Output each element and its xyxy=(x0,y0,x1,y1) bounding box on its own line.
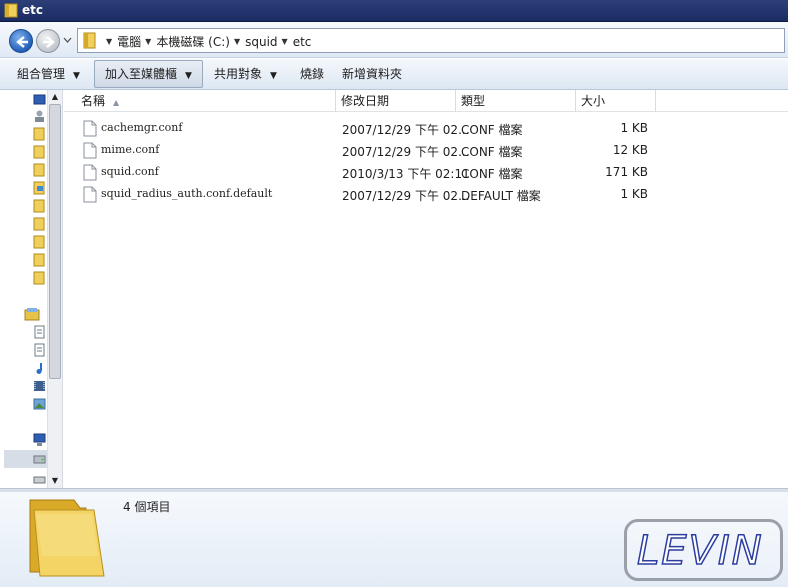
user-icon[interactable] xyxy=(33,109,46,123)
file-date: 2010/3/13 下午 02:11 xyxy=(342,167,470,181)
music-icon[interactable] xyxy=(33,361,46,375)
add-to-library-label: 加入至媒體櫃 xyxy=(105,67,178,81)
levin-watermark: LEVIN xyxy=(624,519,783,581)
computer-icon[interactable] xyxy=(33,433,46,447)
address-row: ▼ 電腦 ▼ 本機磁碟 (C:) ▼ squid ▼ etc xyxy=(0,22,788,58)
breadcrumb-squid[interactable]: squid xyxy=(245,35,277,49)
file-type: CONF 檔案 xyxy=(461,145,523,159)
file-icon xyxy=(83,120,97,137)
file-date: 2007/12/29 下午 02... xyxy=(342,123,470,137)
new-folder-button[interactable]: 新增資料夾 xyxy=(342,60,402,88)
file-row[interactable]: mime.conf 2007/12/29 下午 02... CONF 檔案 12… xyxy=(64,139,788,161)
videos-icon[interactable] xyxy=(33,379,46,393)
arrow-right-icon xyxy=(43,36,55,48)
burn-label: 燒錄 xyxy=(300,67,325,81)
picture-folder-icon[interactable] xyxy=(33,181,46,195)
file-row[interactable]: squid_radius_auth.conf.default 2007/12/2… xyxy=(64,183,788,205)
recent-pages-chevron-down-icon[interactable] xyxy=(63,37,72,43)
file-list: 名稱 ▲ 修改日期 類型 大小 cachemgr.conf 2007/12/29 … xyxy=(64,90,788,488)
address-bar[interactable]: ▼ 電腦 ▼ 本機磁碟 (C:) ▼ squid ▼ etc xyxy=(77,28,785,53)
item-count: 4 個項目 xyxy=(123,500,171,514)
breadcrumb-separator-icon[interactable]: ▼ xyxy=(282,37,288,46)
breadcrumb: ▼ 電腦 ▼ 本機磁碟 (C:) ▼ squid ▼ etc xyxy=(102,33,311,50)
dvd-drive-icon[interactable] xyxy=(33,472,46,486)
column-header-row: 名稱 ▲ 修改日期 類型 大小 xyxy=(64,90,788,112)
share-with-button[interactable]: 共用對象 ▼ xyxy=(214,60,277,88)
file-icon xyxy=(83,142,97,159)
watermark-text: LEVIN xyxy=(636,527,764,575)
column-size-label: 大小 xyxy=(581,94,606,108)
folder-icon xyxy=(83,32,96,49)
breadcrumb-separator-icon[interactable]: ▼ xyxy=(234,37,240,46)
file-size: 1 KB xyxy=(620,187,648,201)
column-header-type[interactable]: 類型 xyxy=(456,90,576,112)
chevron-down-icon: ▼ xyxy=(73,71,80,81)
folder-icon[interactable] xyxy=(33,235,46,249)
scrollbar-thumb[interactable] xyxy=(49,104,61,379)
breadcrumb-separator-icon[interactable]: ▼ xyxy=(106,37,112,46)
forward-button[interactable] xyxy=(36,29,60,53)
file-name: cachemgr.conf xyxy=(101,121,183,134)
scroll-up-icon[interactable]: ▲ xyxy=(48,90,62,104)
desktop-icon[interactable] xyxy=(33,93,46,107)
chevron-down-icon: ▼ xyxy=(185,71,192,81)
organize-label: 組合管理 xyxy=(17,67,66,81)
large-folder-icon xyxy=(29,499,105,577)
column-header-date[interactable]: 修改日期 xyxy=(336,90,456,112)
chevron-down-icon: ▼ xyxy=(270,71,277,81)
breadcrumb-separator-icon[interactable]: ▼ xyxy=(145,37,151,46)
file-name: squid_radius_auth.conf.default xyxy=(101,187,273,200)
burn-button[interactable]: 燒錄 xyxy=(300,60,324,88)
file-type: CONF 檔案 xyxy=(461,123,523,137)
sort-ascending-icon: ▲ xyxy=(113,98,120,107)
add-to-library-button[interactable]: 加入至媒體櫃 ▼ xyxy=(94,60,203,88)
share-with-label: 共用對象 xyxy=(214,67,263,81)
window-title: etc xyxy=(22,3,43,17)
file-size: 12 KB xyxy=(612,143,648,157)
organize-button[interactable]: 組合管理 ▼ xyxy=(17,60,80,88)
documents-icon[interactable] xyxy=(33,343,46,357)
file-type: CONF 檔案 xyxy=(461,167,523,181)
folder-icon xyxy=(4,3,18,18)
file-size: 1 KB xyxy=(620,121,648,135)
file-size: 171 KB xyxy=(605,165,648,179)
column-date-label: 修改日期 xyxy=(341,94,390,108)
file-icon xyxy=(83,186,97,203)
breadcrumb-local-disk[interactable]: 本機磁碟 (C:) xyxy=(156,33,230,50)
column-name-label: 名稱 xyxy=(81,94,106,108)
command-bar: 組合管理 ▼ 加入至媒體櫃 ▼ 共用對象 ▼ 燒錄 新增資料夾 xyxy=(0,59,788,90)
file-row[interactable]: cachemgr.conf 2007/12/29 下午 02... CONF 檔… xyxy=(64,117,788,139)
title-bar: etc xyxy=(0,0,788,22)
nav-scrollbar[interactable]: ▲ ▼ xyxy=(47,90,62,488)
breadcrumb-computer[interactable]: 電腦 xyxy=(117,33,141,50)
pictures-icon[interactable] xyxy=(33,397,46,411)
column-header-size[interactable]: 大小 xyxy=(576,90,656,112)
file-icon xyxy=(83,164,97,181)
folder-icon[interactable] xyxy=(33,217,46,231)
file-date: 2007/12/29 下午 02... xyxy=(342,189,470,203)
file-row[interactable]: squid.conf 2010/3/13 下午 02:11 CONF 檔案 17… xyxy=(64,161,788,183)
documents-icon[interactable] xyxy=(33,325,46,339)
folder-icon[interactable] xyxy=(33,145,46,159)
new-folder-label: 新增資料夾 xyxy=(342,67,403,81)
folder-icon[interactable] xyxy=(33,271,46,285)
folder-icon[interactable] xyxy=(33,253,46,267)
libraries-icon[interactable] xyxy=(24,307,40,321)
folder-icon[interactable] xyxy=(33,127,46,141)
column-header-name[interactable]: 名稱 ▲ xyxy=(75,90,336,112)
back-button[interactable] xyxy=(9,29,33,53)
file-name: squid.conf xyxy=(101,165,159,178)
folder-icon[interactable] xyxy=(33,163,46,177)
navigation-pane: ▲ ▼ xyxy=(0,90,63,488)
file-name: mime.conf xyxy=(101,143,160,156)
file-date: 2007/12/29 下午 02... xyxy=(342,145,470,159)
file-type: DEFAULT 檔案 xyxy=(461,189,541,203)
breadcrumb-etc[interactable]: etc xyxy=(293,35,312,49)
scroll-down-icon[interactable]: ▼ xyxy=(48,474,62,488)
column-type-label: 類型 xyxy=(461,94,486,108)
arrow-left-icon xyxy=(16,36,28,48)
local-disk-icon[interactable] xyxy=(33,452,46,466)
folder-icon[interactable] xyxy=(33,199,46,213)
